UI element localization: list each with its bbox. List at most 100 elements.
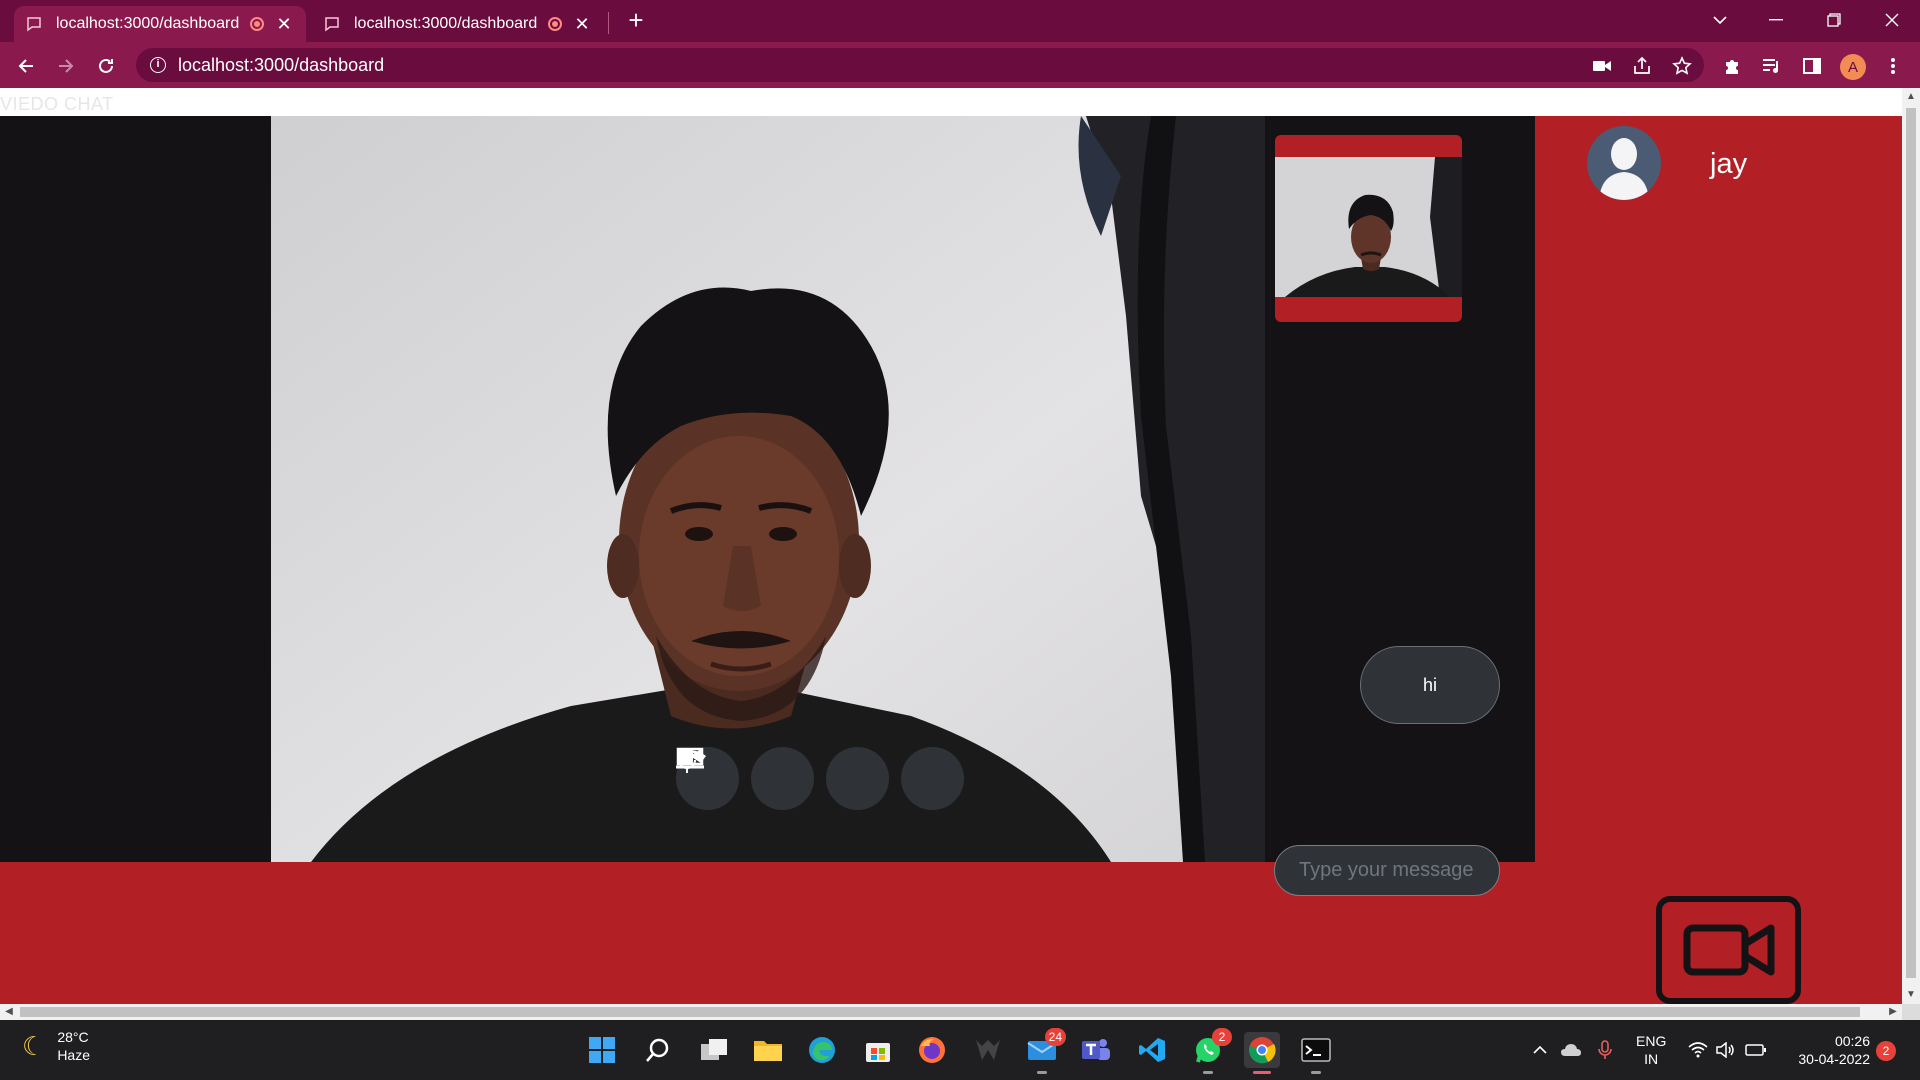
horizontal-scroll-thumb[interactable] — [20, 1007, 1860, 1017]
moon-icon: ☾ — [22, 1030, 46, 1061]
wifi-icon[interactable] — [1686, 1020, 1710, 1080]
tab-title: localhost:3000/dashboard — [56, 15, 240, 32]
tab-separator — [608, 12, 609, 34]
clock-date: 30-04-2022 — [1798, 1051, 1870, 1067]
local-video-frame — [1275, 135, 1462, 322]
firefox-button[interactable] — [914, 1032, 950, 1068]
share-icon[interactable] — [1630, 54, 1654, 78]
back-button[interactable] — [10, 50, 42, 82]
end-call-button[interactable] — [678, 747, 814, 810]
user-avatar[interactable] — [1587, 126, 1661, 200]
browser-toolbar: i localhost:3000/dashboard — [0, 42, 1920, 88]
scroll-up-icon[interactable]: ▲ — [1902, 88, 1920, 106]
language-indicator[interactable]: ENG IN — [1636, 1032, 1666, 1068]
mail-button[interactable]: 24 — [1024, 1028, 1066, 1074]
running-indicator — [1311, 1071, 1321, 1074]
video-camera-icon — [1683, 924, 1774, 976]
page-content: VIEDO CHAT hi Type your message jay — [0, 88, 1902, 1004]
forward-button[interactable] — [50, 50, 82, 82]
search-button[interactable] — [640, 1032, 676, 1068]
microsoft-store-button[interactable] — [860, 1032, 896, 1068]
browser-tab-1[interactable]: localhost:3000/dashboard ✕ — [14, 6, 306, 42]
task-view-icon — [701, 1039, 727, 1060]
close-tab-icon[interactable]: ✕ — [572, 14, 592, 35]
screen-share-button[interactable] — [676, 747, 964, 810]
notification-count-badge[interactable]: 2 — [1876, 1041, 1896, 1061]
store-icon — [866, 1043, 890, 1062]
profile-avatar[interactable]: A — [1840, 54, 1866, 80]
teams-button[interactable] — [1078, 1032, 1114, 1068]
whatsapp-button[interactable]: 2 — [1190, 1028, 1232, 1074]
windows-logo-icon — [589, 1037, 615, 1063]
windows-taskbar: ☾ 28°C Haze 24 2 ENG IN 00:26 30-04-2022… — [0, 1020, 1920, 1080]
page-title: VIEDO CHAT — [0, 94, 114, 114]
camera-toggle-button[interactable] — [677, 747, 889, 810]
battery-icon[interactable] — [1744, 1020, 1768, 1080]
scroll-left-icon[interactable]: ◀ — [0, 1004, 18, 1020]
site-info-icon[interactable]: i — [150, 57, 166, 73]
reload-button[interactable] — [90, 50, 122, 82]
vertical-scroll-thumb[interactable] — [1906, 108, 1916, 978]
start-button[interactable] — [584, 1032, 620, 1068]
terminal-button[interactable] — [1298, 1032, 1334, 1074]
language-region: IN — [1644, 1051, 1659, 1067]
file-explorer-button[interactable] — [750, 1032, 786, 1068]
predator-sense-button[interactable] — [970, 1032, 1006, 1068]
vscode-icon — [1139, 1038, 1165, 1062]
weather-temp: 28°C — [57, 1029, 89, 1045]
media-controls-icon[interactable] — [1760, 54, 1784, 78]
folder-icon — [754, 1041, 782, 1061]
chrome-button[interactable] — [1244, 1032, 1280, 1074]
edge-icon — [809, 1037, 835, 1063]
horizontal-scrollbar[interactable]: ◀ ▶ — [0, 1004, 1902, 1020]
remote-video — [271, 116, 1265, 862]
call-controls — [676, 747, 964, 810]
task-view-button[interactable] — [696, 1032, 732, 1068]
chat-favicon-icon — [324, 15, 342, 33]
vertical-scrollbar[interactable]: ▲ ▼ — [1902, 88, 1920, 1004]
local-person-illustration — [1275, 157, 1462, 297]
user-name: jay — [1710, 148, 1748, 180]
more-menu-icon[interactable] — [1881, 54, 1905, 78]
page-header: VIEDO CHAT — [0, 88, 1902, 116]
close-window-button[interactable] — [1864, 0, 1920, 40]
edge-button[interactable] — [804, 1032, 840, 1068]
close-tab-icon[interactable]: ✕ — [274, 14, 294, 35]
address-url: localhost:3000/dashboard — [178, 54, 385, 75]
mail-badge: 24 — [1044, 1028, 1066, 1046]
weather-widget[interactable]: ☾ 28°C Haze — [22, 1028, 90, 1064]
onedrive-icon[interactable] — [1558, 1020, 1584, 1080]
screen-share-icon — [676, 747, 704, 769]
extensions-puzzle-icon[interactable] — [1720, 54, 1744, 78]
scrollbar-corner — [1902, 1004, 1920, 1020]
browser-tab-bar: localhost:3000/dashboard ✕ localhost:300… — [0, 0, 1920, 42]
message-input[interactable] — [1274, 845, 1500, 896]
system-clock[interactable]: 00:26 30-04-2022 — [1786, 1032, 1870, 1068]
scroll-right-icon[interactable]: ▶ — [1884, 1004, 1902, 1020]
tab-search-icon[interactable] — [1692, 0, 1748, 40]
chat-favicon-icon — [26, 15, 44, 33]
vscode-button[interactable] — [1134, 1032, 1170, 1068]
address-bar[interactable]: i localhost:3000/dashboard — [136, 48, 1704, 82]
recording-icon — [548, 17, 562, 31]
camera-in-use-icon[interactable] — [1590, 54, 1614, 78]
minimize-button[interactable] — [1748, 0, 1804, 40]
volume-icon[interactable] — [1714, 1020, 1738, 1080]
browser-tab-2[interactable]: localhost:3000/dashboard ✕ — [312, 6, 604, 42]
bookmark-star-icon[interactable] — [1670, 54, 1694, 78]
restore-button[interactable] — [1806, 0, 1862, 40]
scroll-down-icon[interactable]: ▼ — [1902, 986, 1920, 1004]
chrome-icon — [1249, 1037, 1276, 1064]
tab-title: localhost:3000/dashboard — [354, 15, 538, 32]
recording-icon — [250, 17, 264, 31]
video-call-button[interactable] — [1656, 896, 1801, 1004]
new-tab-button[interactable]: + — [624, 6, 648, 36]
side-panel-icon[interactable] — [1800, 54, 1824, 78]
teams-icon — [1082, 1039, 1110, 1060]
microphone-in-use-icon[interactable] — [1594, 1020, 1616, 1080]
chat-message: hi — [1360, 646, 1500, 724]
language-code: ENG — [1636, 1033, 1667, 1049]
show-hidden-icons-icon[interactable] — [1530, 1020, 1550, 1080]
local-video — [1275, 157, 1462, 297]
running-indicator — [1203, 1071, 1213, 1074]
